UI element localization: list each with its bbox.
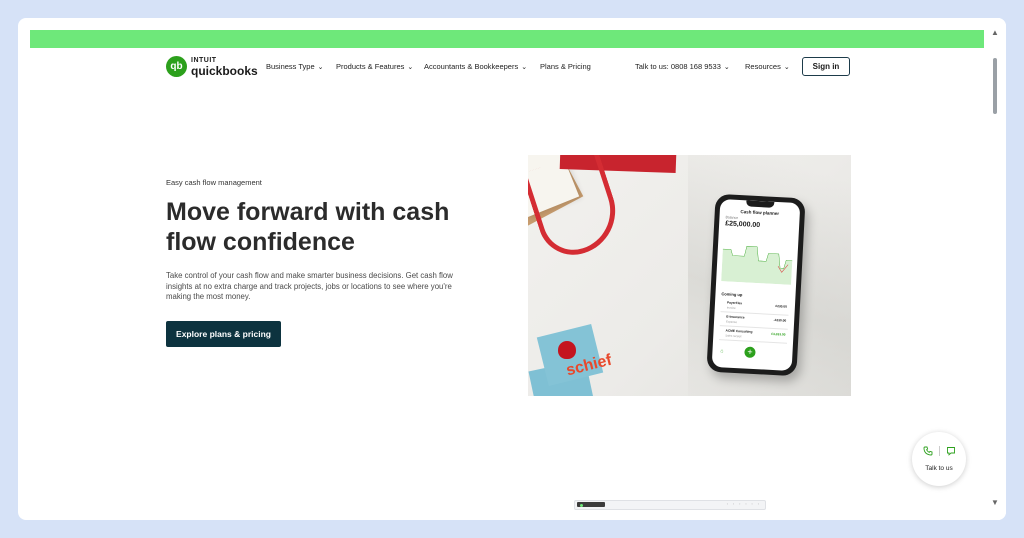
vertical-scrollbar[interactable]: ▲ ▼: [984, 18, 1006, 520]
logo-intuit-text: INTUIT: [191, 56, 217, 64]
hero-image: schief Cash flow planner Balance £25,000…: [528, 155, 851, 396]
phone-icon[interactable]: [923, 446, 933, 459]
chevron-down-icon: ⌄: [407, 63, 414, 71]
browser-frame: qb INTUIT quickbooks Business Type ⌄ Prod…: [18, 18, 1006, 520]
sign-in-button[interactable]: Sign in: [802, 57, 850, 76]
scroll-thumb[interactable]: [993, 58, 997, 114]
bag-handle: [528, 155, 627, 265]
hero-headline: Move forward with cash flow confidence: [166, 198, 450, 256]
talk-to-us-widget[interactable]: Talk to us: [912, 432, 966, 486]
nav-phone[interactable]: Talk to us: 0808 168 9533 ⌄: [635, 62, 730, 71]
nav-plans-pricing[interactable]: Plans & Pricing: [540, 62, 591, 71]
scroll-down-icon[interactable]: ▼: [990, 498, 1000, 508]
top-accent-bar: [30, 30, 984, 48]
chevron-down-icon: ⌄: [521, 63, 528, 71]
strawberry-clip: [558, 341, 576, 359]
chat-icon[interactable]: [946, 446, 956, 459]
quickbooks-logo[interactable]: qb INTUIT quickbooks: [166, 56, 258, 77]
list-item: ACME Consulting Sales receipt £3,333.00: [719, 327, 788, 344]
explore-plans-button[interactable]: Explore plans & pricing: [166, 321, 281, 347]
nav-products-features[interactable]: Products & Features ⌄: [336, 62, 413, 71]
hero-body: Take control of your cash flow and make …: [166, 271, 453, 301]
chevron-down-icon: ⌄: [783, 63, 790, 71]
scroll-up-icon[interactable]: ▲: [990, 28, 1000, 38]
mini-taskbar: ◦ ◦ ◦ ◦ ◦ ◦: [574, 500, 766, 510]
coming-up-heading: Coming up: [721, 291, 743, 298]
nav-resources[interactable]: Resources ⌄: [745, 62, 790, 71]
main-nav: qb INTUIT quickbooks Business Type ⌄ Prod…: [166, 56, 856, 78]
logo-product-text: quickbooks: [191, 63, 258, 78]
home-icon: ⌂: [720, 348, 724, 355]
nav-business-type[interactable]: Business Type ⌄: [266, 62, 324, 71]
qb-logo-icon: qb: [166, 56, 187, 77]
hero-eyebrow: Easy cash flow management: [166, 178, 262, 187]
balance-label: Balance: [725, 215, 739, 220]
chevron-down-icon: ⌄: [317, 63, 324, 71]
add-button: +: [744, 346, 756, 359]
balance-amount: £25,000.00: [724, 220, 761, 230]
nav-accountants-bookkeepers[interactable]: Accountants & Bookkeepers ⌄: [424, 62, 527, 71]
cash-flow-chart: [721, 246, 793, 285]
phone-screen: Cash flow planner Balance £25,000.00 Com…: [711, 199, 801, 371]
talk-to-us-label: Talk to us: [925, 465, 953, 472]
phone-mockup: Cash flow planner Balance £25,000.00 Com…: [706, 193, 806, 377]
chevron-down-icon: ⌄: [723, 63, 730, 71]
